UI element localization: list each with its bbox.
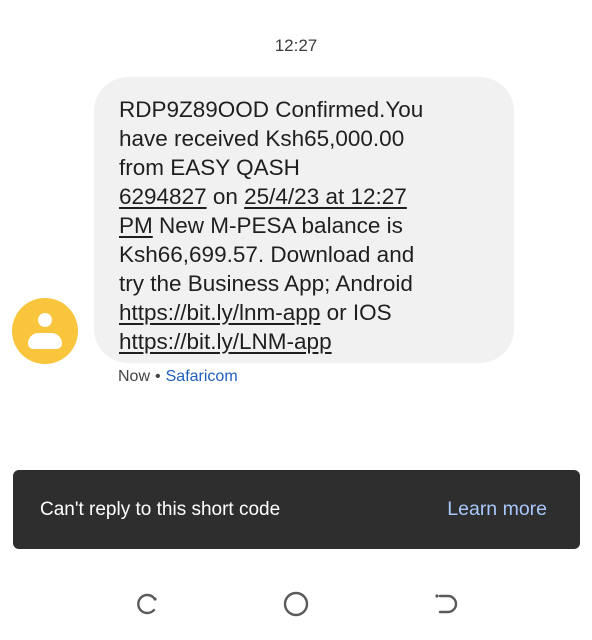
date-link[interactable]: 25/4/23 at 12:27	[244, 184, 407, 209]
message-line-2: have received Ksh65,000.00	[119, 126, 405, 151]
message-line-5: PM New M-PESA balance is	[119, 211, 490, 240]
learn-more-button[interactable]: Learn more	[447, 498, 547, 521]
message-line-9: https://bit.ly/LNM-app	[119, 327, 490, 356]
system-navigation-bar	[0, 570, 592, 640]
phone-number-link[interactable]: 6294827	[119, 184, 207, 209]
snackbar: Can't reply to this short code Learn mor…	[13, 470, 580, 549]
message-text-or-ios: or IOS	[320, 300, 392, 325]
message-line-7: try the Business App; Android	[119, 271, 413, 296]
avatar-person-icon-head	[38, 313, 52, 327]
snackbar-text: Can't reply to this short code	[40, 498, 281, 520]
meta-separator: •	[155, 368, 161, 385]
message-sender[interactable]: Safaricom	[166, 368, 238, 385]
android-app-link[interactable]: https://bit.ly/lnm-app	[119, 300, 320, 325]
status-time: 12:27	[274, 36, 318, 55]
message-line-8: https://bit.ly/lnm-app or IOS	[119, 298, 490, 327]
home-icon[interactable]	[279, 587, 313, 621]
message-line-1: RDP9Z89OOD Confirmed.You	[119, 97, 424, 122]
message-line-3: from EASY QASH	[119, 155, 300, 180]
message-text-on: on	[206, 184, 245, 209]
message-text-balance: New M-PESA balance is	[152, 213, 403, 238]
ios-app-link[interactable]: https://bit.ly/LNM-app	[119, 329, 332, 354]
recent-apps-icon[interactable]	[130, 587, 164, 621]
contact-avatar[interactable]	[12, 298, 78, 364]
message-line-4: 6294827 on 25/4/23 at 12:27	[119, 182, 490, 211]
message-line-6: Ksh66,699.57. Download and	[119, 242, 415, 267]
date-link-continued[interactable]: PM	[119, 213, 153, 238]
back-icon[interactable]	[428, 587, 462, 621]
message-time: Now	[118, 368, 151, 385]
message-bubble[interactable]: RDP9Z89OOD Confirmed.You have received K…	[94, 77, 514, 363]
avatar-person-icon-body	[28, 333, 62, 349]
message-meta: Now • Safaricom	[118, 368, 238, 386]
